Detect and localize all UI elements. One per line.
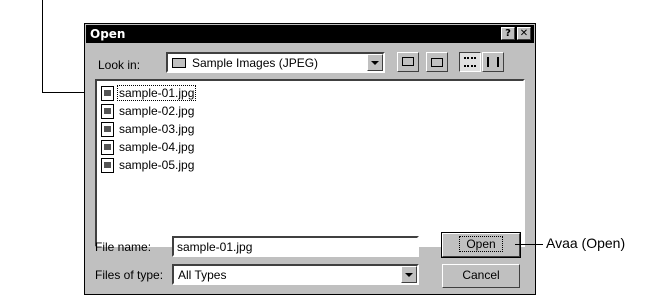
help-button[interactable]: ? — [501, 27, 515, 40]
file-name: sample-02.jpg — [119, 104, 195, 118]
close-button[interactable]: ✕ — [517, 27, 531, 40]
chevron-down-icon[interactable] — [367, 54, 383, 71]
file-name: sample-01.jpg — [116, 85, 197, 101]
image-file-icon — [101, 158, 114, 173]
file-name-value: sample-01.jpg — [177, 240, 253, 254]
cancel-button[interactable]: Cancel — [442, 264, 520, 288]
chevron-down-icon[interactable] — [401, 266, 417, 283]
look-in-value: Sample Images (JPEG) — [192, 56, 319, 70]
open-button-label: Open — [459, 236, 503, 252]
files-of-type-dropdown[interactable]: All Types — [172, 264, 419, 285]
open-callout-label: Avaa (Open) — [546, 235, 626, 251]
file-name: sample-03.jpg — [119, 122, 195, 136]
list-view-icon — [464, 57, 476, 67]
files-of-type-value: All Types — [178, 268, 227, 282]
image-file-icon — [101, 104, 114, 119]
file-name-label: File name: — [95, 240, 152, 254]
callout-line-open — [515, 244, 543, 245]
details-view-icon — [487, 57, 499, 67]
look-in-label: Look in: — [98, 58, 141, 72]
file-name-input[interactable]: sample-01.jpg — [172, 236, 419, 257]
up-folder-icon — [402, 57, 414, 66]
title-bar: Open ? ✕ — [86, 25, 534, 43]
details-view-button[interactable] — [482, 52, 504, 72]
file-list[interactable]: sample-01.jpg sample-02.jpg sample-03.jp… — [95, 79, 525, 247]
file-name: sample-05.jpg — [119, 158, 195, 172]
new-folder-button[interactable] — [426, 52, 448, 72]
open-button[interactable]: Open — [441, 232, 521, 258]
image-file-icon — [101, 86, 114, 101]
file-name: sample-04.jpg — [119, 140, 195, 154]
folder-icon — [172, 58, 186, 68]
image-file-icon — [101, 140, 114, 155]
dialog-title: Open — [90, 27, 126, 41]
new-folder-icon — [431, 58, 443, 67]
list-view-button[interactable] — [459, 52, 481, 72]
callout-line-file-vertical — [42, 0, 43, 93]
files-of-type-label: Files of type: — [95, 268, 164, 282]
look-in-dropdown[interactable]: Sample Images (JPEG) — [166, 52, 385, 73]
image-file-icon — [101, 122, 114, 137]
open-dialog: Open ? ✕ Look in: Sample Images (JPEG) s… — [84, 23, 536, 295]
up-one-level-button[interactable] — [397, 52, 419, 72]
